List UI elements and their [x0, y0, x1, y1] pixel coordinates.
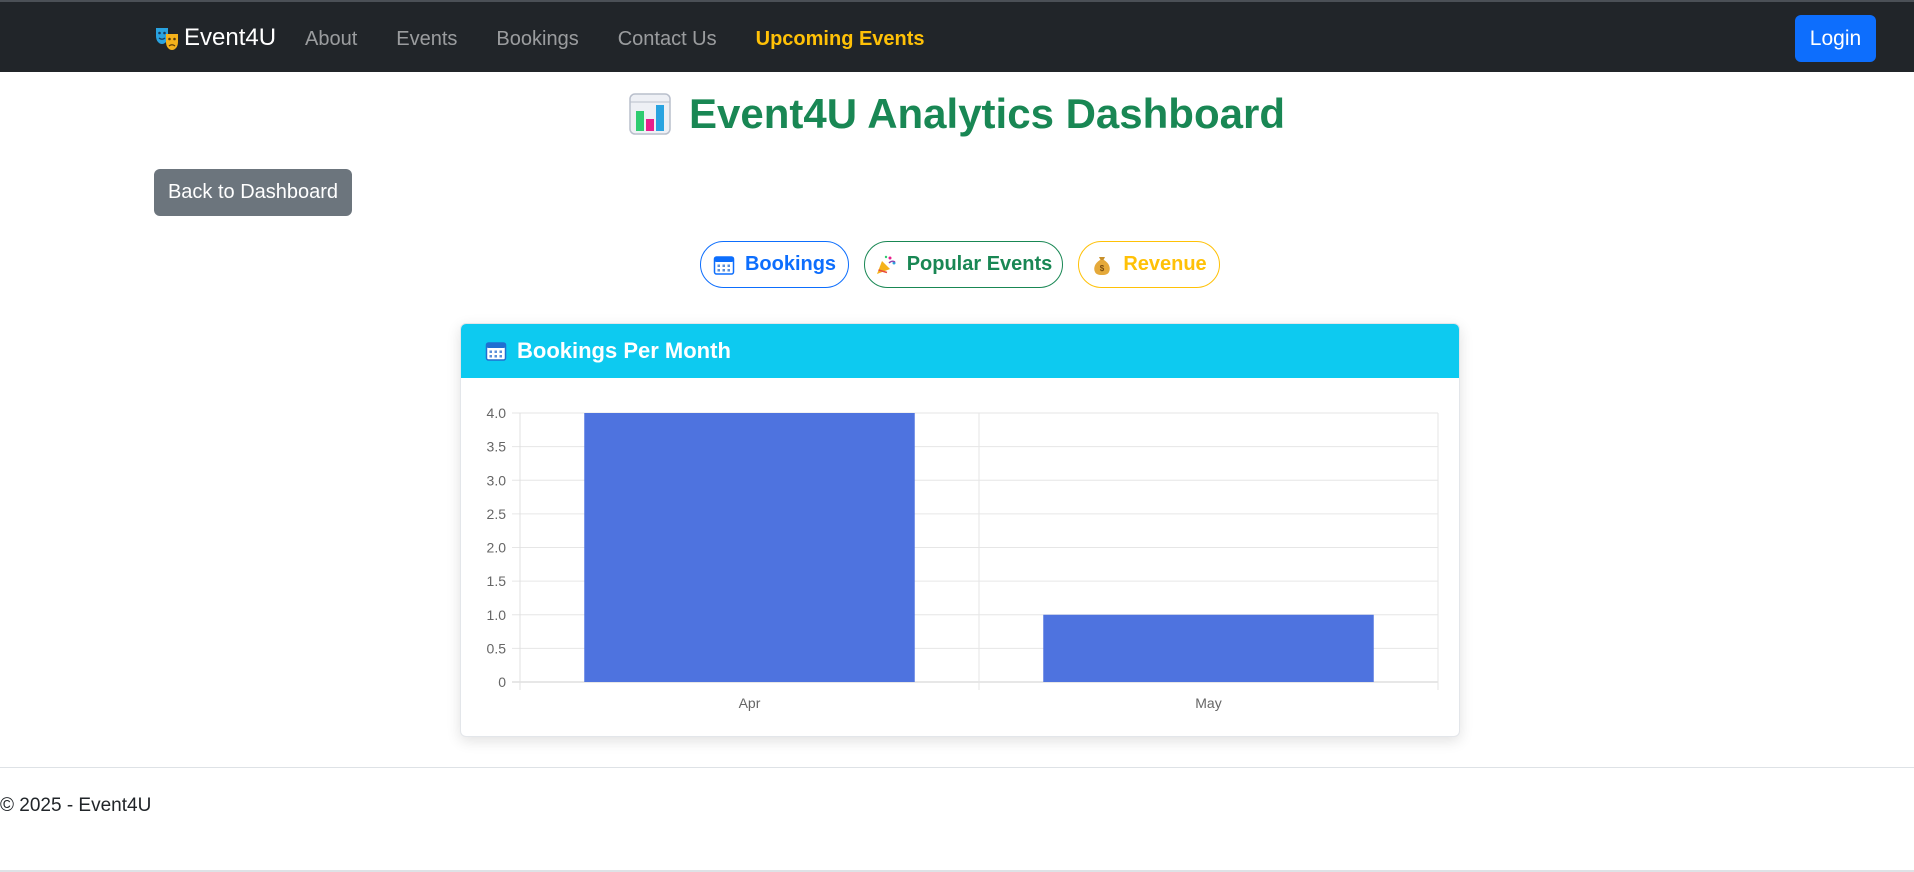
login-button[interactable]: Login — [1795, 15, 1876, 62]
y-tick-label: 0.5 — [487, 640, 507, 656]
x-tick-label: Apr — [739, 695, 761, 711]
tab-popular-events[interactable]: Popular Events — [864, 241, 1063, 288]
calendar-icon — [713, 255, 735, 275]
theater-masks-icon — [156, 28, 178, 50]
footer-copyright: © 2025 - Event4U — [0, 795, 152, 816]
page-title: Event4U Analytics Dashboard — [0, 90, 1914, 138]
tab-popular-events-label: Popular Events — [906, 253, 1053, 275]
y-tick-label: 1.5 — [487, 573, 507, 589]
tab-revenue-label: Revenue — [1123, 253, 1207, 275]
y-tick-label: 3.5 — [487, 439, 507, 455]
nav-link-events[interactable]: Events — [396, 28, 457, 51]
brand-link[interactable]: Event4U — [154, 24, 276, 52]
page-title-text: Event4U Analytics Dashboard — [689, 90, 1285, 137]
footer: © 2025 - Event4U — [0, 767, 1914, 872]
y-tick-label: 2.5 — [487, 506, 507, 522]
nav-links: About Events Bookings Contact Us Upcomin… — [305, 28, 964, 51]
y-tick-label: 1.0 — [487, 607, 507, 623]
tab-bookings[interactable]: Bookings — [700, 241, 849, 288]
svg-text:$: $ — [1100, 264, 1105, 273]
nav-link-contact[interactable]: Contact Us — [618, 28, 717, 51]
y-tick-label: 2.0 — [487, 540, 507, 556]
y-tick-label: 0 — [498, 674, 506, 690]
nav-link-upcoming-events[interactable]: Upcoming Events — [756, 28, 925, 51]
card-title: Bookings Per Month — [517, 338, 731, 363]
card-header: Bookings Per Month — [461, 324, 1459, 378]
bookings-chart-card: Bookings Per Month 0 0.5 1.0 1.5 2.0 2.5 3.0 3.… — [460, 323, 1460, 737]
back-to-dashboard-button[interactable]: Back to Dashboard — [154, 169, 352, 216]
bar-apr — [584, 413, 915, 682]
navbar: Event4U About Events Bookings Contact Us… — [0, 0, 1914, 72]
money-bag-icon: $ — [1094, 256, 1111, 275]
calendar-icon — [485, 342, 507, 361]
brand-name: Event4U — [184, 24, 277, 51]
x-tick-label: May — [1195, 695, 1221, 711]
y-tick-label: 3.0 — [487, 472, 507, 488]
bar-chart-icon — [629, 93, 671, 135]
party-popper-icon — [876, 255, 896, 274]
nav-link-bookings[interactable]: Bookings — [496, 28, 578, 51]
tab-bookings-label: Bookings — [744, 253, 837, 275]
tab-revenue[interactable]: $ Revenue — [1078, 241, 1220, 288]
y-tick-label: 4.0 — [487, 405, 507, 421]
nav-link-about[interactable]: About — [305, 28, 357, 51]
bar-may — [1043, 614, 1374, 682]
bookings-bar-chart: 0 0.5 1.0 1.5 2.0 2.5 3.0 3.5 4.0 Apr May — [487, 405, 1439, 711]
